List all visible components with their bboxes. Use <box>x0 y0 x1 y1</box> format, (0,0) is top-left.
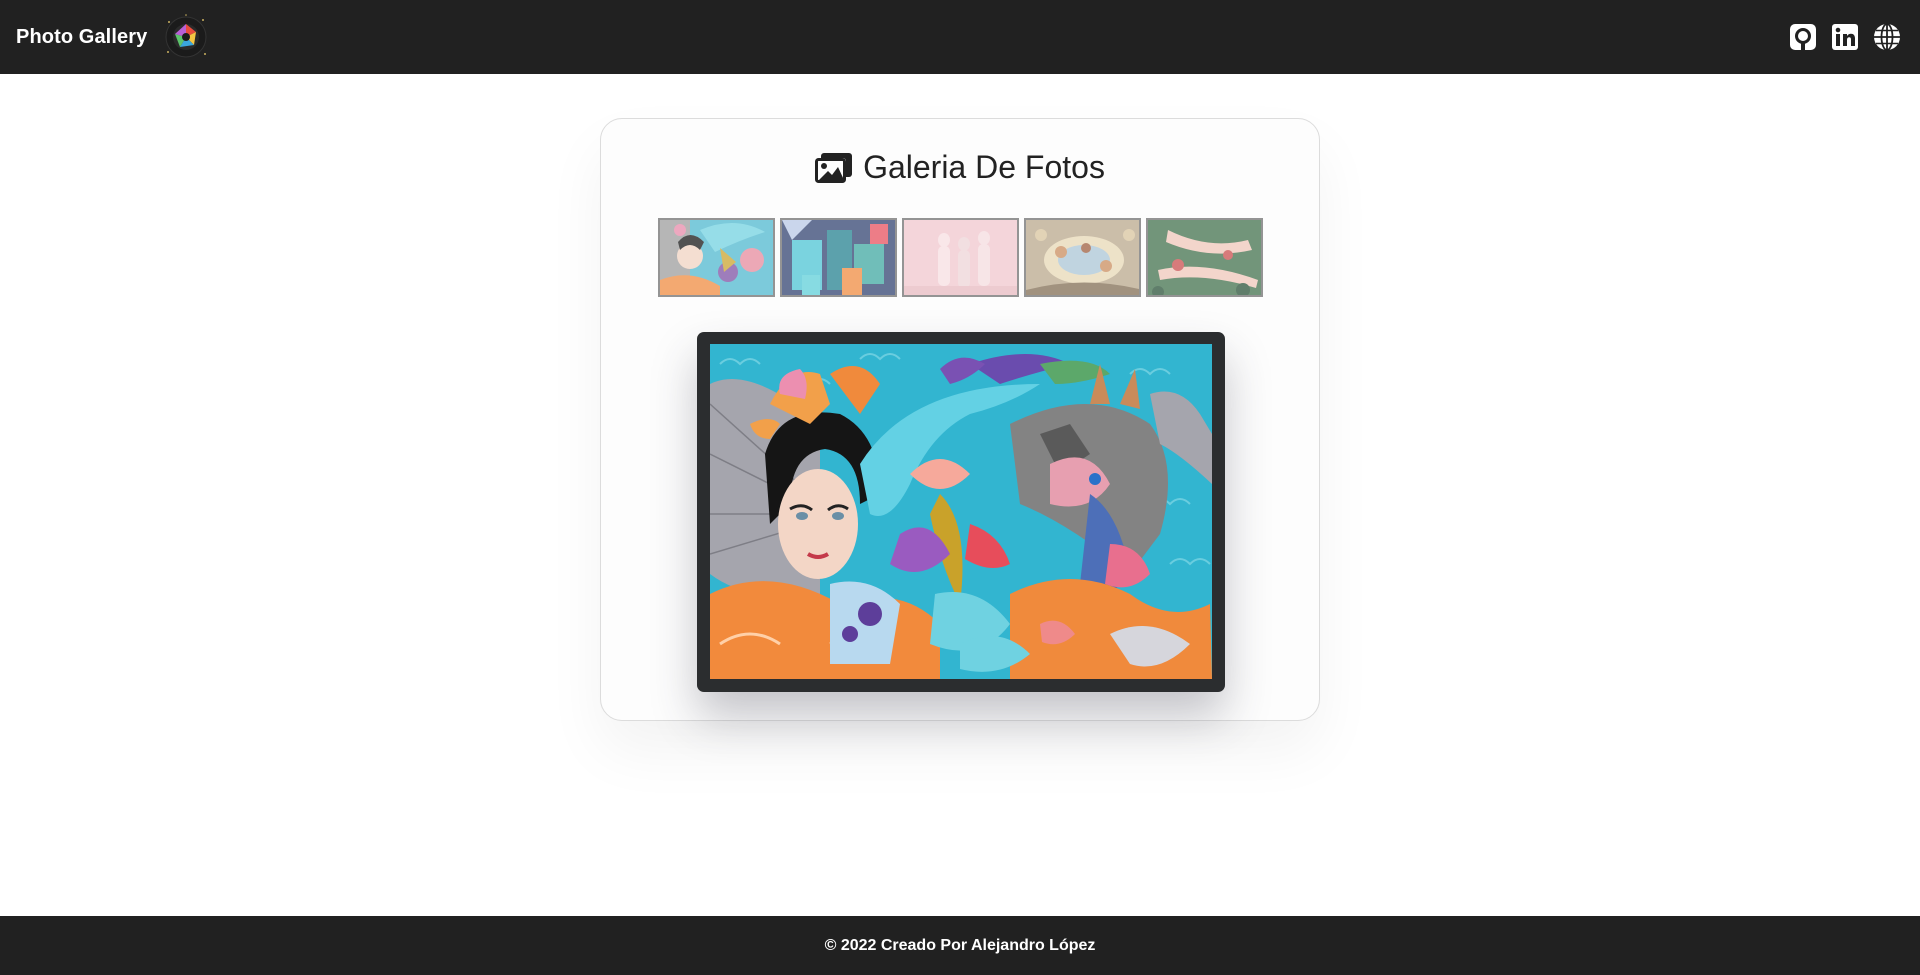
github-icon[interactable] <box>1788 22 1818 52</box>
gallery-heading: Galeria De Fotos <box>601 149 1319 186</box>
globe-icon[interactable] <box>1872 22 1902 52</box>
footer: © 2022 Creado Por Alejandro López <box>0 916 1920 975</box>
gallery-title: Galeria De Fotos <box>863 149 1105 185</box>
thumbnail-abstract-blue[interactable] <box>780 218 897 297</box>
linkedin-icon[interactable] <box>1830 22 1860 52</box>
thumbnail-mural-woman[interactable] <box>658 218 775 297</box>
social-links <box>1788 0 1902 74</box>
navbar: Photo Gallery <box>0 0 1920 74</box>
thumbnail-pink-statues[interactable] <box>902 218 1019 297</box>
featured-photo[interactable] <box>710 344 1212 679</box>
brand-title[interactable]: Photo Gallery <box>16 26 147 49</box>
gallery-card: Galeria De Fotos <box>600 118 1320 721</box>
brand[interactable]: Photo Gallery <box>16 0 209 74</box>
footer-copyright: © 2022 Creado Por Alejandro López <box>824 936 1096 954</box>
images-icon <box>815 152 853 183</box>
thumbnail-strip <box>658 218 1263 297</box>
camera-shutter-logo-icon[interactable] <box>163 12 209 62</box>
thumbnail-ceiling-fresco[interactable] <box>1024 218 1141 297</box>
thumbnail-green-figure[interactable] <box>1146 218 1263 297</box>
featured-photo-frame <box>697 332 1225 692</box>
